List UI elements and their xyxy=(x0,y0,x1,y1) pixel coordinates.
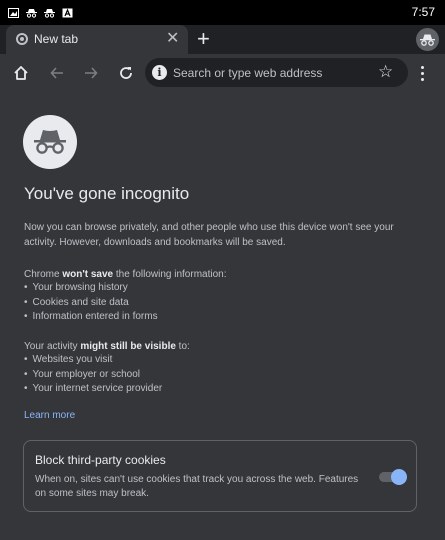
status-icons xyxy=(8,7,73,18)
list-item: Information entered in forms xyxy=(24,310,158,325)
incognito-icon xyxy=(44,8,55,18)
wont-save-list: Your browsing history Cookies and site d… xyxy=(24,281,158,325)
app-notification-icon xyxy=(62,7,73,17)
incognito-icon xyxy=(26,8,37,18)
visible-list: Websites you visit Your employer or scho… xyxy=(24,353,163,397)
reload-button[interactable] xyxy=(116,63,136,83)
block-cookies-card: Block third-party cookies When on, sites… xyxy=(23,440,417,512)
block-cookies-toggle[interactable] xyxy=(379,469,407,485)
cookie-card-title: Block third-party cookies xyxy=(35,453,166,467)
incognito-hero-icon xyxy=(23,115,77,169)
reload-icon xyxy=(120,67,132,79)
new-tab-button[interactable]: + xyxy=(197,26,210,52)
home-icon xyxy=(14,66,28,80)
star-icon[interactable]: ☆ xyxy=(378,62,393,82)
forward-button[interactable] xyxy=(81,63,101,83)
toggle-knob xyxy=(391,469,407,485)
incognito-icon xyxy=(34,130,66,154)
list-item: Your internet service provider xyxy=(24,382,163,397)
learn-more-link[interactable]: Learn more xyxy=(24,410,75,421)
arrow-right-icon xyxy=(85,67,98,79)
info-icon[interactable]: i xyxy=(152,65,167,80)
intro-text: Now you can browse privately, and other … xyxy=(24,222,394,248)
visible-heading: Your activity might still be visible to: xyxy=(24,341,190,352)
cookie-card-description: When on, sites can't use cookies that tr… xyxy=(35,474,359,499)
gallery-icon xyxy=(8,7,19,18)
list-item: Websites you visit xyxy=(24,353,162,368)
status-bar: 7:57 xyxy=(0,0,445,25)
more-vert-icon[interactable] xyxy=(418,64,428,84)
list-item: Your browsing history xyxy=(24,281,158,296)
list-item: Cookies and site data xyxy=(24,296,158,311)
tab-new-tab[interactable]: New tab ✕ xyxy=(6,25,188,54)
tab-title: New tab xyxy=(34,32,79,46)
list-item: Your employer or school xyxy=(24,368,162,383)
tab-strip: New tab ✕ + xyxy=(0,25,445,54)
back-button[interactable] xyxy=(47,63,67,83)
omnibox[interactable]: i ☆ xyxy=(145,58,408,87)
page-title: You've gone incognito xyxy=(24,184,190,203)
incognito-icon[interactable] xyxy=(416,28,439,51)
incognito-page: You've gone incognito Now you can browse… xyxy=(0,93,445,540)
status-time: 7:57 xyxy=(411,5,435,19)
close-icon[interactable]: ✕ xyxy=(166,29,179,49)
wont-save-heading: Chrome won't save the following informat… xyxy=(24,269,227,280)
toolbar: i ☆ xyxy=(0,54,445,93)
arrow-left-icon xyxy=(50,67,63,79)
omnibox-input[interactable] xyxy=(173,64,363,82)
home-button[interactable] xyxy=(11,63,31,83)
incognito-glyph xyxy=(420,34,435,46)
chrome-favicon-icon xyxy=(16,33,28,45)
